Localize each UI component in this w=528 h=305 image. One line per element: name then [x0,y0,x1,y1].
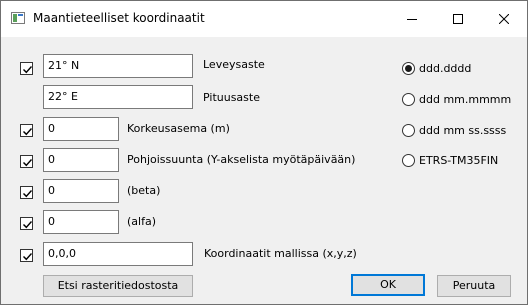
radio-ddd-mm-mmmm[interactable] [402,93,415,106]
radio-etrs-tm35fin[interactable] [402,154,415,167]
pituusaste-input[interactable]: 22° E [43,85,193,109]
koordinaatit-mallissa-input[interactable]: 0,0,0 [43,242,193,266]
checkbox-koordinaatit-mallissa[interactable] [20,249,33,262]
checkmark-icon [23,159,33,167]
title-bar: Maantieteelliset koordinaatit [1,1,527,37]
checkmark-icon [23,253,33,261]
maximize-button[interactable] [435,1,481,37]
radio-ddd-dddd-label: ddd.dddd [419,62,472,75]
radio-ddd-dddd[interactable] [402,62,415,75]
checkmark-icon [23,221,33,229]
pohjoissuunta-label: Pohjoissuunta (Y-akselista myötäpäivään) [127,153,356,166]
checkmark-icon [23,190,33,198]
radio-ddd-mm-ss-ssss[interactable] [402,124,415,137]
alfa-label: (alfa) [127,215,156,228]
radio-ddd-mm-ss-ssss-label: ddd mm ss.ssss [419,124,507,137]
checkbox-beta[interactable] [20,186,33,199]
window-title: Maantieteelliset koordinaatit [33,11,205,25]
alfa-input[interactable]: 0 [43,210,119,234]
koordinaatit-mallissa-label: Koordinaatit mallissa (x,y,z) [204,247,357,260]
leveysaste-input[interactable]: 21° N [43,54,193,78]
pohjoissuunta-input[interactable]: 0 [43,148,119,172]
ok-button[interactable]: OK [351,274,425,296]
checkmark-icon [23,128,33,136]
close-icon [499,14,509,24]
app-window-icon [11,12,25,24]
korkeusasema-label: Korkeusasema (m) [127,122,230,135]
pituusaste-label: Pituusaste [203,91,260,104]
close-button[interactable] [481,1,527,37]
beta-label: (beta) [127,184,161,197]
leveysaste-label: Leveysaste [203,58,265,71]
minimize-button[interactable] [389,1,435,37]
minimize-icon [407,19,417,20]
radio-etrs-tm35fin-label: ETRS-TM35FIN [419,154,499,167]
korkeusasema-input[interactable]: 0 [43,117,119,141]
checkbox-leveysaste[interactable] [20,62,33,75]
raster-search-button[interactable]: Etsi rasteritiedostosta [43,275,193,297]
dialog-window: Maantieteelliset koordinaatit 21° N Leve… [0,0,528,305]
maximize-icon [453,14,463,24]
checkbox-pohjoissuunta[interactable] [20,155,33,168]
cancel-button[interactable]: Peruuta [437,275,511,297]
checkmark-icon [23,66,33,74]
checkbox-alfa[interactable] [20,217,33,230]
checkbox-korkeusasema[interactable] [20,124,33,137]
beta-input[interactable]: 0 [43,179,119,203]
radio-ddd-mm-mmmm-label: ddd mm.mmmm [419,93,512,106]
